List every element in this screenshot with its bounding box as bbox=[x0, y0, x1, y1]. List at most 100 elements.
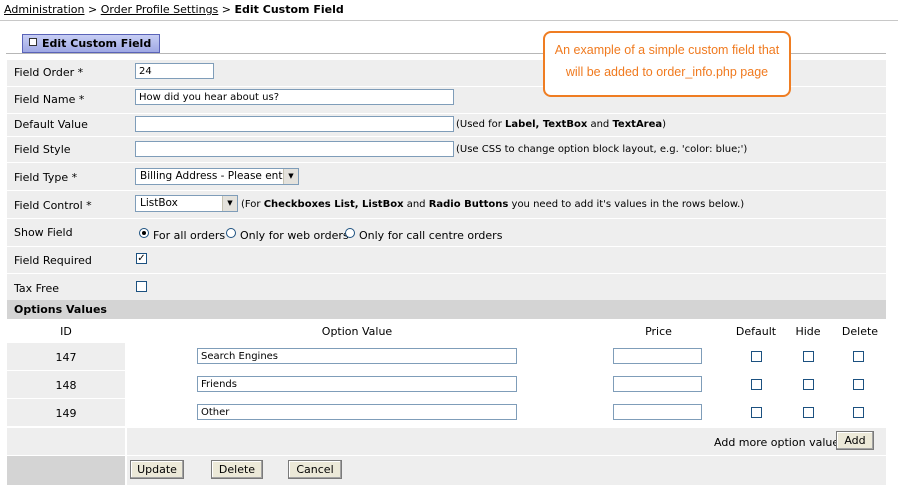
section-tab-edit-custom-field: Edit Custom Field bbox=[22, 34, 160, 53]
dropdown-arrow-icon[interactable]: ▼ bbox=[222, 196, 237, 211]
breadcrumb-separator: > bbox=[84, 3, 101, 16]
delete-button[interactable]: Delete bbox=[211, 460, 263, 479]
field-control-selected: ListBox bbox=[140, 197, 178, 209]
hint-bold: Label, TextBox bbox=[505, 119, 588, 130]
option-delete-cell bbox=[834, 343, 886, 370]
tax-free-row: Tax Free bbox=[7, 274, 886, 300]
option-default-checkbox[interactable] bbox=[751, 351, 762, 362]
breadcrumb-current: Edit Custom Field bbox=[234, 3, 344, 16]
breadcrumb-order-profile-settings-link[interactable]: Order Profile Settings bbox=[101, 3, 219, 16]
section-title: Edit Custom Field bbox=[42, 37, 152, 50]
option-id: 147 bbox=[55, 351, 77, 364]
option-price-input[interactable] bbox=[613, 376, 702, 392]
column-header-delete: Delete bbox=[834, 320, 886, 342]
option-id: 148 bbox=[55, 379, 77, 392]
option-hide-cell bbox=[784, 399, 832, 426]
radio-all-orders-label: For all orders bbox=[153, 229, 226, 242]
option-price-input[interactable] bbox=[613, 404, 702, 420]
radio-call-centre-orders[interactable] bbox=[345, 228, 355, 238]
option-price-cell bbox=[589, 399, 728, 426]
option-delete-cell bbox=[834, 371, 886, 398]
field-control-select[interactable]: ListBox ▼ bbox=[135, 195, 238, 212]
option-default-checkbox[interactable] bbox=[751, 407, 762, 418]
column-header-id: ID bbox=[7, 320, 125, 342]
add-more-row: Add more option values? Add bbox=[127, 428, 886, 455]
option-delete-cell bbox=[834, 399, 886, 426]
annotation-line-2: will be added to order_info.php page bbox=[565, 65, 769, 79]
update-button[interactable]: Update bbox=[130, 460, 184, 479]
field-order-input[interactable] bbox=[135, 63, 214, 79]
hint-bold: Radio Buttons bbox=[428, 199, 509, 210]
field-style-label: Field Style bbox=[14, 143, 71, 156]
option-hide-checkbox[interactable] bbox=[803, 351, 814, 362]
default-value-row: Default Value (Used for Label, TextBox a… bbox=[7, 114, 886, 136]
field-required-label: Field Required bbox=[14, 254, 92, 267]
add-more-id-cell bbox=[7, 428, 125, 455]
field-control-row: Field Control * ListBox ▼ (For Checkboxe… bbox=[7, 191, 886, 218]
option-price-input[interactable] bbox=[613, 348, 702, 364]
column-header-hide-text: Hide bbox=[795, 325, 821, 338]
default-value-label: Default Value bbox=[14, 118, 88, 131]
tax-free-checkbox[interactable] bbox=[136, 281, 147, 292]
field-type-label: Field Type * bbox=[14, 171, 78, 184]
option-id-cell: 149 bbox=[7, 399, 125, 426]
option-price-cell bbox=[589, 371, 728, 398]
option-value-cell bbox=[127, 399, 587, 426]
option-delete-checkbox[interactable] bbox=[853, 379, 864, 390]
hint-text: and bbox=[587, 119, 613, 130]
breadcrumb-divider bbox=[0, 20, 898, 21]
action-row: Update Delete Cancel bbox=[127, 456, 886, 485]
option-id-cell: 148 bbox=[7, 371, 125, 398]
option-hide-cell bbox=[784, 371, 832, 398]
annotation-line-1: An example of a simple custom field that bbox=[554, 43, 780, 57]
field-type-selected: Billing Address - Please enter bbox=[140, 170, 294, 182]
field-style-input[interactable] bbox=[135, 141, 454, 157]
dropdown-arrow-icon[interactable]: ▼ bbox=[283, 169, 298, 184]
option-default-cell bbox=[730, 371, 782, 398]
option-delete-checkbox[interactable] bbox=[853, 351, 864, 362]
field-name-input[interactable] bbox=[135, 89, 454, 105]
column-header-price-text: Price bbox=[645, 325, 672, 338]
breadcrumb-administration-link[interactable]: Administration bbox=[4, 3, 85, 16]
radio-web-orders-label: Only for web orders bbox=[240, 229, 349, 242]
field-control-label: Field Control * bbox=[14, 199, 92, 212]
option-value-cell bbox=[127, 343, 587, 370]
hint-text: you need to add it's values in the rows … bbox=[508, 199, 745, 210]
column-header-option-value: Option Value bbox=[127, 320, 587, 342]
field-order-label: Field Order * bbox=[14, 66, 84, 79]
column-header-hide: Hide bbox=[784, 320, 832, 342]
option-default-checkbox[interactable] bbox=[751, 379, 762, 390]
option-value-input[interactable] bbox=[197, 348, 517, 364]
field-name-label: Field Name * bbox=[14, 93, 85, 106]
options-values-header: Options Values bbox=[7, 300, 886, 319]
action-row-left bbox=[7, 456, 125, 485]
add-option-button[interactable]: Add bbox=[836, 431, 874, 450]
hint-text: (Used for bbox=[456, 119, 506, 130]
column-header-default-text: Default bbox=[735, 325, 777, 338]
field-required-checkbox[interactable]: ✓ bbox=[136, 253, 147, 264]
option-default-cell bbox=[730, 399, 782, 426]
option-value-input[interactable] bbox=[197, 404, 517, 420]
radio-web-orders[interactable] bbox=[226, 228, 236, 238]
default-value-input[interactable] bbox=[135, 116, 454, 132]
field-style-hint: (Use CSS to change option block layout, … bbox=[456, 144, 748, 155]
option-id: 149 bbox=[55, 407, 77, 420]
hint-text: ) bbox=[662, 119, 667, 130]
hint-bold: Checkboxes List, ListBox bbox=[263, 199, 404, 210]
option-hide-checkbox[interactable] bbox=[803, 379, 814, 390]
field-type-select[interactable]: Billing Address - Please enter ▼ bbox=[135, 168, 299, 185]
option-default-cell bbox=[730, 343, 782, 370]
breadcrumb-separator: > bbox=[218, 3, 235, 16]
option-value-input[interactable] bbox=[197, 376, 517, 392]
breadcrumb: Administration > Order Profile Settings … bbox=[4, 3, 344, 16]
field-style-row: Field Style (Use CSS to change option bl… bbox=[7, 137, 886, 162]
field-type-row: Field Type * Billing Address - Please en… bbox=[7, 163, 886, 190]
column-header-price: Price bbox=[589, 320, 728, 342]
options-values-title: Options Values bbox=[14, 303, 107, 316]
option-delete-checkbox[interactable] bbox=[853, 407, 864, 418]
add-more-label: Add more option values? bbox=[714, 436, 851, 449]
radio-all-orders[interactable] bbox=[139, 228, 149, 238]
option-hide-checkbox[interactable] bbox=[803, 407, 814, 418]
tab-bullet-icon bbox=[29, 38, 37, 46]
cancel-button[interactable]: Cancel bbox=[288, 460, 342, 479]
